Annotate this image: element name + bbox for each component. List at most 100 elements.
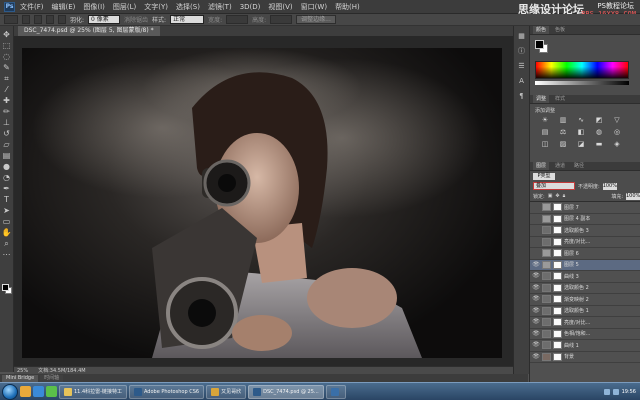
layer-row[interactable]: 👁︎ 曲线 1 xyxy=(530,340,640,352)
paragraph-panel-icon[interactable]: ¶ xyxy=(517,92,526,101)
volume-icon[interactable] xyxy=(612,388,619,395)
document-size[interactable]: 文档:34.5M/184.4M xyxy=(38,367,85,374)
layer-mask-thumbnail[interactable] xyxy=(553,306,562,315)
tab-layers[interactable]: 图层 xyxy=(533,162,550,170)
layer-mask-thumbnail[interactable] xyxy=(553,203,562,212)
layer-filter-select[interactable]: P类型 xyxy=(533,172,555,180)
layer-row[interactable]: 👁︎ 选取颜色 1 xyxy=(530,306,640,317)
marquee-tool-preset-icon[interactable] xyxy=(4,15,18,24)
selective-color-icon[interactable]: ◈ xyxy=(612,140,622,149)
network-icon[interactable] xyxy=(603,388,610,395)
layer-mask-thumbnail[interactable] xyxy=(553,318,562,327)
hand-tool-icon[interactable]: ✋ xyxy=(2,228,12,238)
gradient-tool-icon[interactable]: ▤ xyxy=(2,151,12,161)
layer-row[interactable]: 👁︎ 选取颜色 2 xyxy=(530,283,640,294)
grayscale-ramp[interactable] xyxy=(535,81,629,85)
color-balance-icon[interactable]: ⚖ xyxy=(558,128,568,137)
feather-input[interactable]: 0 像素 xyxy=(88,15,121,24)
brightness-contrast-icon[interactable]: ☀ xyxy=(540,116,550,125)
layer-visibility-eye-icon[interactable]: 👁︎ xyxy=(532,330,540,338)
layer-row[interactable]: 👁︎ 渐变映射 2 xyxy=(530,294,640,306)
opacity-input[interactable]: 100% xyxy=(602,182,617,190)
gradient-map-icon[interactable]: ▬ xyxy=(594,140,604,149)
antialias-checkbox[interactable]: 消除锯齿 xyxy=(124,15,148,24)
info-panel-icon[interactable]: ⓘ xyxy=(517,47,526,56)
layer-row[interactable]: 选取颜色 3 xyxy=(530,225,640,237)
shape-tool-icon[interactable]: ▭ xyxy=(2,217,12,227)
adjustment-layer-icon[interactable] xyxy=(542,237,551,246)
layer-mask-thumbnail[interactable] xyxy=(553,295,562,304)
foreground-color-swatch[interactable] xyxy=(2,284,9,291)
type-tool-icon[interactable]: T xyxy=(2,195,12,205)
exposure-icon[interactable]: ◩ xyxy=(594,116,604,125)
layer-row[interactable]: 亮度/对比... xyxy=(530,237,640,248)
layer-visibility-eye-icon[interactable]: 👁︎ xyxy=(532,341,540,349)
tab-timeline[interactable]: 时间轴 xyxy=(40,374,64,382)
layer-mask-thumbnail[interactable] xyxy=(553,352,562,361)
curves-icon[interactable]: ∿ xyxy=(576,116,586,125)
layer-visibility-eye-icon[interactable]: 👁︎ xyxy=(532,295,540,303)
taskbar-task[interactable] xyxy=(325,384,346,399)
menu-help[interactable]: 帮助(H) xyxy=(335,2,360,12)
layer-row[interactable]: 图层 4 副本 xyxy=(530,214,640,225)
menu-view[interactable]: 视图(V) xyxy=(268,2,292,12)
tab-styles[interactable]: 样式 xyxy=(552,95,568,103)
layer-visibility-eye-icon[interactable] xyxy=(532,226,540,234)
blur-tool-icon[interactable]: ● xyxy=(2,162,12,172)
layer-mask-thumbnail[interactable] xyxy=(553,283,562,292)
layer-row[interactable]: 图层 6 xyxy=(530,248,640,260)
extra-tools-icon[interactable]: ⋯ xyxy=(2,250,12,260)
menu-image[interactable]: 图像(I) xyxy=(83,2,105,12)
taskbar-task[interactable]: 又见哥欣 xyxy=(206,384,247,399)
layer-visibility-eye-icon[interactable]: 👁︎ xyxy=(532,318,540,326)
photo-filter-icon[interactable]: ◍ xyxy=(594,128,604,137)
clone-stamp-tool-icon[interactable]: ⊥ xyxy=(2,118,12,128)
menu-type[interactable]: 文字(Y) xyxy=(144,2,168,12)
brush-tool-icon[interactable]: ✏ xyxy=(2,107,12,117)
layer-thumbnail[interactable] xyxy=(542,352,551,361)
tab-paths[interactable]: 路径 xyxy=(571,162,587,170)
layer-visibility-eye-icon[interactable]: 👁︎ xyxy=(532,353,540,361)
layer-mask-thumbnail[interactable] xyxy=(553,226,562,235)
fill-input[interactable]: 100% xyxy=(626,192,640,200)
tab-mini-bridge[interactable]: Mini Bridge xyxy=(2,374,39,382)
layer-visibility-eye-icon[interactable] xyxy=(532,238,540,246)
path-select-tool-icon[interactable]: ➤ xyxy=(2,206,12,216)
layer-thumbnail[interactable] xyxy=(542,249,551,258)
levels-icon[interactable]: ▥ xyxy=(558,116,568,125)
adjustment-layer-icon[interactable] xyxy=(542,272,551,281)
layer-mask-thumbnail[interactable] xyxy=(553,272,562,281)
layer-row[interactable]: 👁︎ 曲线 3 xyxy=(530,271,640,283)
lasso-tool-icon[interactable]: ◌ xyxy=(2,52,12,62)
posterize-icon[interactable]: ▨ xyxy=(558,140,568,149)
panel-foreground-swatch[interactable] xyxy=(535,40,544,49)
layer-row[interactable]: 👁︎ 亮度/对比... xyxy=(530,317,640,329)
menu-edit[interactable]: 编辑(E) xyxy=(52,2,76,12)
adjustment-layer-icon[interactable] xyxy=(542,283,551,292)
layer-row[interactable]: 👁︎ 背景 xyxy=(530,352,640,363)
layer-row[interactable]: 图层 7 xyxy=(530,202,640,214)
history-panel-icon[interactable]: ▦ xyxy=(517,32,526,41)
add-to-selection-icon[interactable] xyxy=(34,15,42,24)
tab-swatches[interactable]: 色板 xyxy=(552,26,568,34)
quicklaunch-app-icon[interactable] xyxy=(46,386,57,397)
adjustment-layer-icon[interactable] xyxy=(542,295,551,304)
tab-channels[interactable]: 通道 xyxy=(552,162,568,170)
quicklaunch-folder-icon[interactable] xyxy=(20,386,31,397)
lock-all-icon[interactable]: 🔒︎ xyxy=(563,193,566,199)
crop-tool-icon[interactable]: ⌗ xyxy=(2,74,12,84)
healing-brush-tool-icon[interactable]: ✚ xyxy=(2,96,12,106)
adjustment-layer-icon[interactable] xyxy=(542,329,551,338)
hue-saturation-icon[interactable]: ▤ xyxy=(540,128,550,137)
color-spectrum[interactable] xyxy=(535,61,629,79)
width-input[interactable] xyxy=(226,15,249,24)
layer-visibility-eye-icon[interactable] xyxy=(532,215,540,223)
menu-window[interactable]: 窗口(W) xyxy=(301,2,327,12)
layer-mask-thumbnail[interactable] xyxy=(553,237,562,246)
layer-thumbnail[interactable] xyxy=(542,203,551,212)
adjustment-layer-icon[interactable] xyxy=(542,318,551,327)
clock[interactable]: 19:56 xyxy=(622,389,636,395)
layer-visibility-eye-icon[interactable]: 👁︎ xyxy=(532,261,540,269)
menu-layer[interactable]: 图层(L) xyxy=(113,2,136,12)
menu-file[interactable]: 文件(F) xyxy=(20,2,44,12)
